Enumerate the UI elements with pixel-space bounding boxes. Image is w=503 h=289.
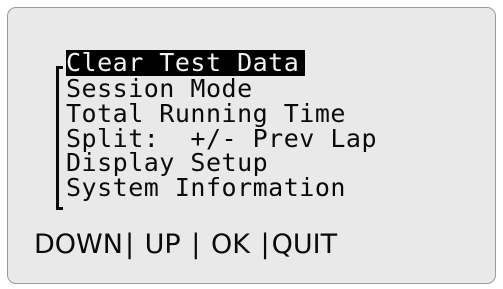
- softkey-bar: DOWN| UP | OK |QUIT: [34, 229, 337, 261]
- menu-bracket: [56, 66, 63, 210]
- ok-button[interactable]: OK: [202, 229, 258, 260]
- softkey-separator: |: [191, 229, 201, 260]
- menu-item-system-information[interactable]: System Information: [66, 175, 346, 201]
- menu-item-clear-test-data[interactable]: Clear Test Data: [66, 50, 306, 76]
- up-button[interactable]: UP: [136, 229, 189, 260]
- down-button[interactable]: DOWN: [34, 229, 123, 260]
- softkey-separator: |: [260, 229, 270, 260]
- softkey-separator: |: [124, 229, 135, 260]
- quit-button[interactable]: QUIT: [272, 229, 337, 260]
- lcd-screen: Clear Test Data Session Mode Total Runni…: [7, 7, 496, 284]
